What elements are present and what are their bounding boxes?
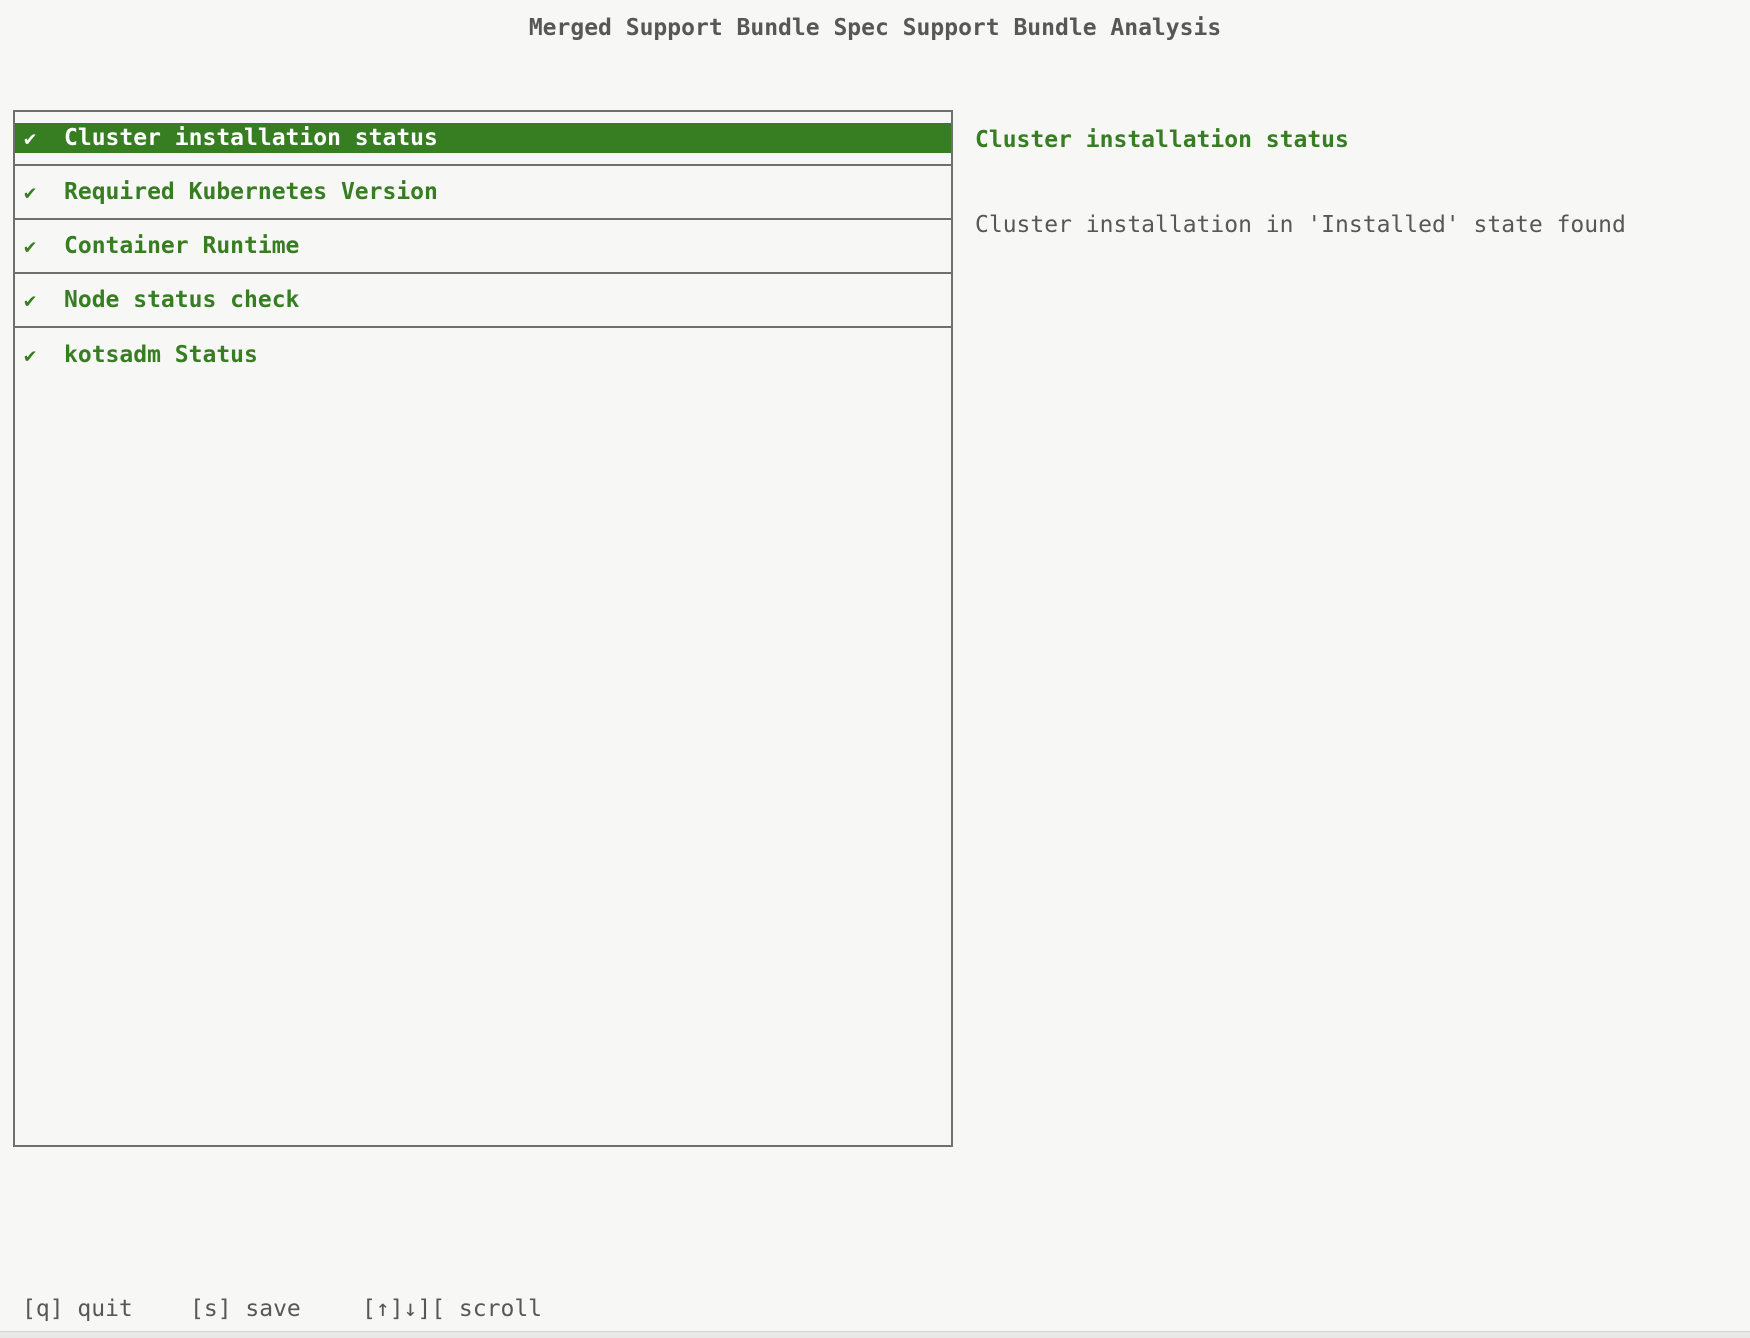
list-item-label: Cluster installation status (64, 123, 438, 153)
quit-key-hint: [q] quit (22, 1294, 133, 1324)
list-item-label: Node status check (64, 285, 299, 315)
scroll-key-hint: [↑]↓][ scroll (362, 1294, 542, 1324)
window-bottom-edge (0, 1331, 1750, 1338)
detail-panel-message: Cluster installation in 'Installed' stat… (975, 211, 1626, 239)
list-item-label: kotsadm Status (64, 340, 258, 370)
list-item-required-kubernetes-version[interactable]: ✔ Required Kubernetes Version (15, 166, 951, 220)
check-icon: ✔ (24, 340, 64, 370)
check-icon: ✔ (24, 123, 64, 153)
check-icon: ✔ (24, 231, 64, 261)
detail-panel-title: Cluster installation status (975, 126, 1349, 154)
list-item-kotsadm-status[interactable]: ✔ kotsadm Status (15, 328, 951, 382)
list-item-node-status-check[interactable]: ✔ Node status check (15, 274, 951, 328)
list-item-container-runtime[interactable]: ✔ Container Runtime (15, 220, 951, 274)
save-key-hint: [s] save (190, 1294, 301, 1324)
analysis-results-list: ✔ Cluster installation status ✔ Required… (13, 110, 953, 1147)
check-icon: ✔ (24, 177, 64, 207)
check-icon: ✔ (24, 285, 64, 315)
list-item-label: Container Runtime (64, 231, 299, 261)
footer-keybar: [q] quit [s] save [↑]↓][ scroll (0, 1294, 1750, 1324)
list-item-cluster-installation-status[interactable]: ✔ Cluster installation status (15, 112, 951, 166)
page-title: Merged Support Bundle Spec Support Bundl… (0, 14, 1750, 42)
list-item-label: Required Kubernetes Version (64, 177, 438, 207)
